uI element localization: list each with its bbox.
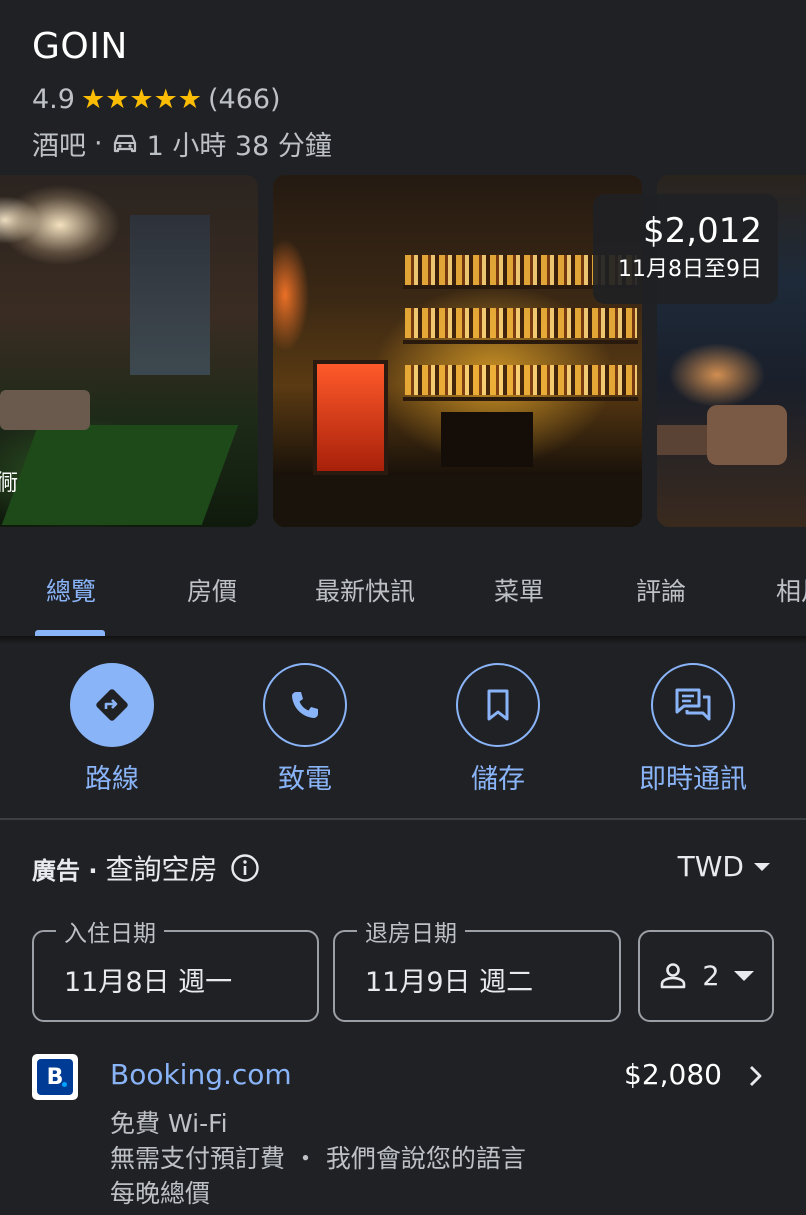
photo-edge-text: 衕	[0, 471, 19, 496]
chevron-down-icon	[754, 862, 770, 871]
chat-label: 即時通訊	[639, 764, 747, 795]
call-button[interactable]: 致電	[225, 663, 385, 796]
tab-bar: 總覽 房價 最新快訊 菜單 評論 相片	[0, 560, 806, 638]
chat-icon	[675, 688, 711, 721]
provider-price[interactable]: $2,080	[624, 1058, 722, 1091]
checkout-label: 退房日期	[357, 914, 465, 948]
tab-menu[interactable]: 菜單	[494, 572, 544, 608]
photo-bar-shelves[interactable]	[273, 175, 642, 527]
checkout-value: 11月9日 週二	[365, 967, 534, 998]
photo-price-badge[interactable]: $2,012 11月8日至9日	[593, 194, 778, 304]
star-rating-icon: ★★★★★	[80, 84, 202, 115]
bookmark-icon	[487, 689, 509, 721]
photo-price: $2,012	[643, 211, 762, 251]
place-title: GOIN	[32, 26, 128, 67]
photo-patio[interactable]: 衕	[0, 175, 258, 527]
phone-icon	[292, 692, 318, 718]
provider-name[interactable]: Booking.com	[110, 1058, 292, 1091]
rating-row[interactable]: 4.9 ★★★★★ (466)	[32, 84, 281, 115]
rating-value: 4.9	[32, 84, 75, 115]
section-divider	[0, 818, 806, 820]
feature-wifi: 免費 Wi-Fi	[110, 1109, 228, 1138]
checkout-field[interactable]: 退房日期 11月9日 週二	[333, 914, 621, 1022]
review-count: (466)	[207, 84, 281, 115]
tab-reviews[interactable]: 評論	[636, 572, 686, 608]
chat-button[interactable]: 即時通訊	[613, 663, 773, 796]
category-label: 酒吧	[32, 131, 86, 162]
photo-dates: 11月8日至9日	[618, 257, 762, 282]
category-row: 酒吧 · 1 小時 38 分鐘	[32, 124, 332, 163]
feature-fees-language: 無需支付預訂費 ・ 我們會說您的語言	[110, 1144, 526, 1173]
directions-icon	[96, 689, 128, 721]
drive-time: 1 小時 38 分鐘	[146, 131, 332, 162]
directions-label: 路線	[85, 764, 139, 795]
tab-rates[interactable]: 房價	[187, 572, 237, 608]
tab-photos[interactable]: 相片	[776, 572, 806, 608]
save-label: 儲存	[471, 764, 525, 795]
feature-nightly-total: 每晚總價	[110, 1179, 211, 1208]
chevron-down-icon	[733, 971, 754, 981]
tab-overview[interactable]: 總覽	[46, 572, 96, 608]
checkin-label: 入住日期	[56, 914, 164, 948]
guest-selector[interactable]: 2	[638, 930, 774, 1022]
save-button[interactable]: 儲存	[418, 663, 578, 796]
directions-button[interactable]: 路線	[32, 663, 192, 796]
car-icon	[113, 134, 136, 152]
call-label: 致電	[278, 764, 332, 795]
chevron-right-icon[interactable]	[746, 1064, 766, 1088]
tab-updates[interactable]: 最新快訊	[315, 572, 415, 608]
availability-title: 查詢空房	[105, 853, 218, 886]
ad-label: 廣告 ·	[32, 856, 98, 885]
separator: ·	[94, 128, 103, 159]
checkin-field[interactable]: 入住日期 11月8日 週一	[32, 914, 319, 1022]
availability-header: 廣告 · 查詢空房	[32, 848, 260, 888]
info-icon[interactable]	[230, 853, 260, 883]
checkin-value: 11月8日 週一	[64, 967, 233, 998]
currency-dropdown[interactable]: TWD	[678, 850, 770, 883]
guest-count: 2	[702, 960, 720, 992]
currency-value: TWD	[677, 850, 744, 883]
person-icon	[661, 963, 686, 989]
booking-logo: B	[32, 1054, 78, 1100]
